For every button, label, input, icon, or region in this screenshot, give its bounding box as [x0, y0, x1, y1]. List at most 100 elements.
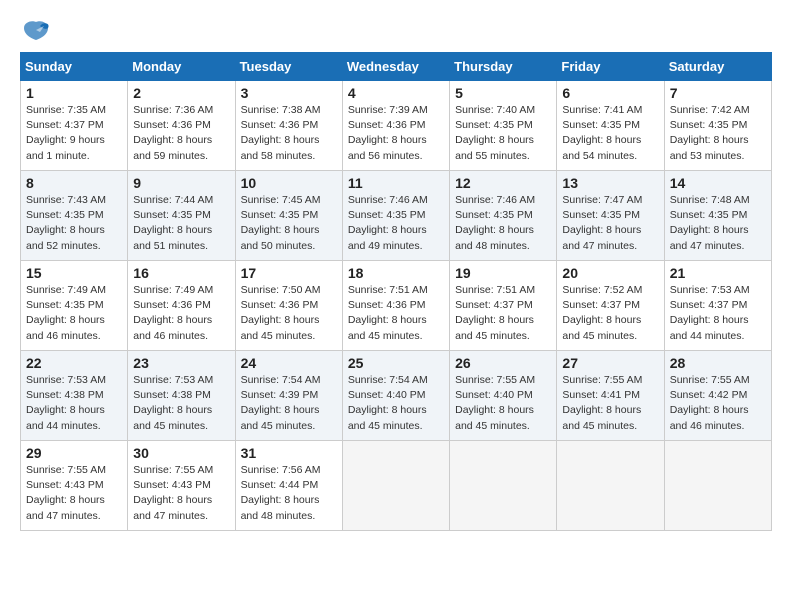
- week-row-4: 22 Sunrise: 7:53 AMSunset: 4:38 PMDayligh…: [21, 351, 772, 441]
- weekday-friday: Friday: [557, 53, 664, 81]
- day-info: Sunrise: 7:53 AMSunset: 4:38 PMDaylight:…: [133, 373, 229, 434]
- day-number: 19: [455, 265, 551, 281]
- calendar-cell: 21Sunrise: 7:53 AMSunset: 4:37 PMDayligh…: [664, 261, 771, 351]
- day-number: 11: [348, 175, 444, 191]
- calendar-cell: 16 Sunrise: 7:49 AMSunset: 4:36 PMDayligh…: [128, 261, 235, 351]
- day-number: 10: [241, 175, 337, 191]
- calendar-cell: 22 Sunrise: 7:53 AMSunset: 4:38 PMDayligh…: [21, 351, 128, 441]
- day-number: 16: [133, 265, 229, 281]
- day-info: Sunrise: 7:46 AMSunset: 4:35 PMDaylight:…: [348, 193, 444, 254]
- calendar-cell: 25Sunrise: 7:54 AMSunset: 4:40 PMDayligh…: [342, 351, 449, 441]
- calendar-cell: 15Sunrise: 7:49 AMSunset: 4:35 PMDayligh…: [21, 261, 128, 351]
- calendar-cell: 12 Sunrise: 7:46 AMSunset: 4:35 PMDayligh…: [450, 171, 557, 261]
- day-number: 2: [133, 85, 229, 101]
- calendar-cell: [342, 441, 449, 531]
- day-number: 14: [670, 175, 766, 191]
- day-info: Sunrise: 7:38 AMSunset: 4:36 PMDaylight:…: [241, 103, 337, 164]
- day-number: 13: [562, 175, 658, 191]
- calendar-cell: 5Sunrise: 7:40 AMSunset: 4:35 PMDaylight…: [450, 81, 557, 171]
- day-number: 1: [26, 85, 122, 101]
- weekday-header-row: SundayMondayTuesdayWednesdayThursdayFrid…: [21, 53, 772, 81]
- day-info: Sunrise: 7:54 AMSunset: 4:39 PMDaylight:…: [241, 373, 337, 434]
- calendar-cell: 23 Sunrise: 7:53 AMSunset: 4:38 PMDayligh…: [128, 351, 235, 441]
- calendar-cell: [664, 441, 771, 531]
- day-info: Sunrise: 7:55 AMSunset: 4:42 PMDaylight:…: [670, 373, 766, 434]
- day-info: Sunrise: 7:51 AMSunset: 4:36 PMDaylight:…: [348, 283, 444, 344]
- calendar-cell: 13 Sunrise: 7:47 AMSunset: 4:35 PMDayligh…: [557, 171, 664, 261]
- day-number: 20: [562, 265, 658, 281]
- day-info: Sunrise: 7:51 AMSunset: 4:37 PMDaylight:…: [455, 283, 551, 344]
- day-info: Sunrise: 7:45 AMSunset: 4:35 PMDaylight:…: [241, 193, 337, 254]
- day-info: Sunrise: 7:41 AMSunset: 4:35 PMDaylight:…: [562, 103, 658, 164]
- day-info: Sunrise: 7:55 AMSunset: 4:43 PMDaylight:…: [133, 463, 229, 524]
- day-number: 6: [562, 85, 658, 101]
- day-number: 7: [670, 85, 766, 101]
- calendar-cell: 2Sunrise: 7:36 AMSunset: 4:36 PMDaylight…: [128, 81, 235, 171]
- day-number: 31: [241, 445, 337, 461]
- day-number: 12: [455, 175, 551, 191]
- calendar-cell: 8 Sunrise: 7:43 AMSunset: 4:35 PMDaylight…: [21, 171, 128, 261]
- day-number: 29: [26, 445, 122, 461]
- day-number: 18: [348, 265, 444, 281]
- day-number: 30: [133, 445, 229, 461]
- calendar-cell: 3 Sunrise: 7:38 AMSunset: 4:36 PMDaylight…: [235, 81, 342, 171]
- day-number: 9: [133, 175, 229, 191]
- calendar-cell: 30 Sunrise: 7:55 AMSunset: 4:43 PMDayligh…: [128, 441, 235, 531]
- calendar-cell: 7 Sunrise: 7:42 AMSunset: 4:35 PMDaylight…: [664, 81, 771, 171]
- day-number: 24: [241, 355, 337, 371]
- day-number: 22: [26, 355, 122, 371]
- calendar-cell: 28 Sunrise: 7:55 AMSunset: 4:42 PMDayligh…: [664, 351, 771, 441]
- day-info: Sunrise: 7:46 AMSunset: 4:35 PMDaylight:…: [455, 193, 551, 254]
- week-row-5: 29 Sunrise: 7:55 AMSunset: 4:43 PMDayligh…: [21, 441, 772, 531]
- calendar-cell: 6 Sunrise: 7:41 AMSunset: 4:35 PMDaylight…: [557, 81, 664, 171]
- calendar-cell: 11 Sunrise: 7:46 AMSunset: 4:35 PMDayligh…: [342, 171, 449, 261]
- calendar-cell: [557, 441, 664, 531]
- weekday-thursday: Thursday: [450, 53, 557, 81]
- weekday-tuesday: Tuesday: [235, 53, 342, 81]
- day-info: Sunrise: 7:53 AMSunset: 4:37 PMDaylight:…: [670, 283, 766, 344]
- day-info: Sunrise: 7:52 AMSunset: 4:37 PMDaylight:…: [562, 283, 658, 344]
- day-info: Sunrise: 7:43 AMSunset: 4:35 PMDaylight:…: [26, 193, 122, 254]
- day-number: 4: [348, 85, 444, 101]
- day-info: Sunrise: 7:39 AMSunset: 4:36 PMDaylight:…: [348, 103, 444, 164]
- day-number: 23: [133, 355, 229, 371]
- day-info: Sunrise: 7:42 AMSunset: 4:35 PMDaylight:…: [670, 103, 766, 164]
- day-info: Sunrise: 7:40 AMSunset: 4:35 PMDaylight:…: [455, 103, 551, 164]
- day-number: 8: [26, 175, 122, 191]
- day-info: Sunrise: 7:35 AMSunset: 4:37 PMDaylight:…: [26, 103, 122, 164]
- weekday-monday: Monday: [128, 53, 235, 81]
- calendar-cell: 9Sunrise: 7:44 AMSunset: 4:35 PMDaylight…: [128, 171, 235, 261]
- calendar-cell: 24 Sunrise: 7:54 AMSunset: 4:39 PMDayligh…: [235, 351, 342, 441]
- week-row-3: 15Sunrise: 7:49 AMSunset: 4:35 PMDayligh…: [21, 261, 772, 351]
- logo: [20, 20, 50, 42]
- day-number: 28: [670, 355, 766, 371]
- day-info: Sunrise: 7:49 AMSunset: 4:36 PMDaylight:…: [133, 283, 229, 344]
- day-info: Sunrise: 7:47 AMSunset: 4:35 PMDaylight:…: [562, 193, 658, 254]
- day-number: 17: [241, 265, 337, 281]
- day-info: Sunrise: 7:50 AMSunset: 4:36 PMDaylight:…: [241, 283, 337, 344]
- day-number: 3: [241, 85, 337, 101]
- day-number: 26: [455, 355, 551, 371]
- calendar-cell: 14Sunrise: 7:48 AMSunset: 4:35 PMDayligh…: [664, 171, 771, 261]
- day-info: Sunrise: 7:56 AMSunset: 4:44 PMDaylight:…: [241, 463, 337, 524]
- day-info: Sunrise: 7:53 AMSunset: 4:38 PMDaylight:…: [26, 373, 122, 434]
- logo-bird-icon: [22, 20, 50, 42]
- calendar-cell: 26Sunrise: 7:55 AMSunset: 4:40 PMDayligh…: [450, 351, 557, 441]
- calendar-cell: 20 Sunrise: 7:52 AMSunset: 4:37 PMDayligh…: [557, 261, 664, 351]
- day-number: 27: [562, 355, 658, 371]
- day-info: Sunrise: 7:55 AMSunset: 4:41 PMDaylight:…: [562, 373, 658, 434]
- day-info: Sunrise: 7:49 AMSunset: 4:35 PMDaylight:…: [26, 283, 122, 344]
- calendar-cell: 18 Sunrise: 7:51 AMSunset: 4:36 PMDayligh…: [342, 261, 449, 351]
- calendar-cell: 31 Sunrise: 7:56 AMSunset: 4:44 PMDayligh…: [235, 441, 342, 531]
- week-row-2: 8 Sunrise: 7:43 AMSunset: 4:35 PMDaylight…: [21, 171, 772, 261]
- calendar-cell: [450, 441, 557, 531]
- calendar-cell: 19 Sunrise: 7:51 AMSunset: 4:37 PMDayligh…: [450, 261, 557, 351]
- day-info: Sunrise: 7:54 AMSunset: 4:40 PMDaylight:…: [348, 373, 444, 434]
- week-row-1: 1 Sunrise: 7:35 AMSunset: 4:37 PMDaylight…: [21, 81, 772, 171]
- weekday-saturday: Saturday: [664, 53, 771, 81]
- header: [20, 20, 772, 42]
- calendar-cell: 4 Sunrise: 7:39 AMSunset: 4:36 PMDaylight…: [342, 81, 449, 171]
- calendar-cell: 17 Sunrise: 7:50 AMSunset: 4:36 PMDayligh…: [235, 261, 342, 351]
- day-info: Sunrise: 7:55 AMSunset: 4:43 PMDaylight:…: [26, 463, 122, 524]
- weekday-sunday: Sunday: [21, 53, 128, 81]
